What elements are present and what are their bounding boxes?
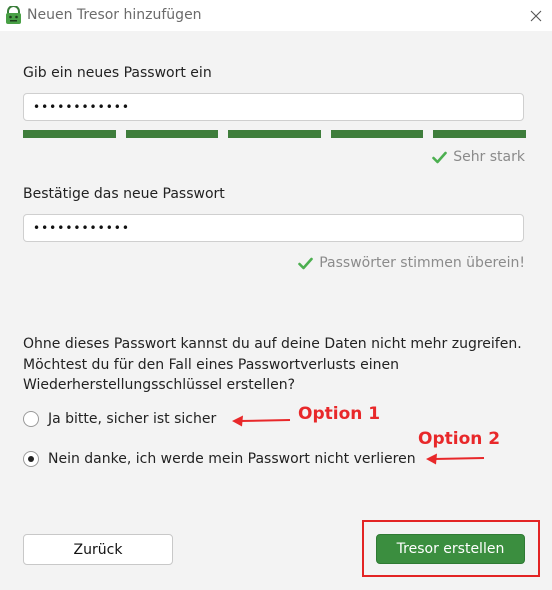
annotation-arrow-icon (426, 453, 485, 465)
radio-selected-dot (28, 456, 34, 462)
strength-segment (433, 130, 526, 138)
annotation-arrow-icon (232, 415, 291, 427)
recovery-question: Ohne dieses Passwort kannst du auf deine… (23, 334, 533, 396)
confirm-label: Bestätige das neue Passwort (23, 186, 225, 202)
question-line: Ohne dieses Passwort kannst du auf deine… (23, 336, 522, 352)
match-status: Passwörter stimmen überein! (298, 255, 525, 271)
match-text: Passwörter stimmen überein! (319, 255, 525, 271)
radio-label: Ja bitte, sicher ist sicher (48, 411, 217, 427)
radio-option-no[interactable]: Nein danke, ich werde mein Passwort nich… (23, 451, 416, 467)
annotation-option-2: Option 2 (418, 429, 501, 449)
password-label: Gib ein neues Passwort ein (23, 65, 212, 81)
strength-status: Sehr stark (432, 149, 525, 165)
radio-button[interactable] (23, 451, 39, 467)
cryptomator-icon (6, 6, 21, 24)
radio-option-yes[interactable]: Ja bitte, sicher ist sicher (23, 411, 216, 427)
strength-segment (125, 130, 219, 138)
annotation-option-1: Option 1 (298, 404, 381, 424)
strength-text: Sehr stark (453, 149, 525, 165)
close-button[interactable] (520, 0, 552, 31)
password-strength-meter (23, 130, 526, 138)
strength-segment (330, 130, 424, 138)
confirm-password-input[interactable] (24, 215, 523, 241)
checkmark-icon (298, 257, 314, 269)
checkmark-icon (432, 151, 447, 163)
question-line: Wiederherstellungsschlüssel erstellen? (23, 377, 296, 393)
strength-segment (23, 130, 116, 138)
confirm-password-field[interactable] (23, 214, 524, 242)
password-input[interactable] (24, 94, 523, 120)
annotation-highlight-box (362, 520, 540, 577)
strength-segment (228, 130, 321, 138)
window-title: Neuen Tresor hinzufügen (27, 7, 202, 23)
radio-label: Nein danke, ich werde mein Passwort nich… (48, 451, 416, 467)
password-field[interactable] (23, 93, 524, 121)
title-bar: Neuen Tresor hinzufügen (0, 0, 552, 31)
back-button[interactable]: Zurück (23, 534, 173, 565)
radio-button[interactable] (23, 411, 39, 427)
close-icon (530, 10, 542, 21)
question-line: Möchtest du für den Fall eines Passwortv… (23, 356, 399, 373)
